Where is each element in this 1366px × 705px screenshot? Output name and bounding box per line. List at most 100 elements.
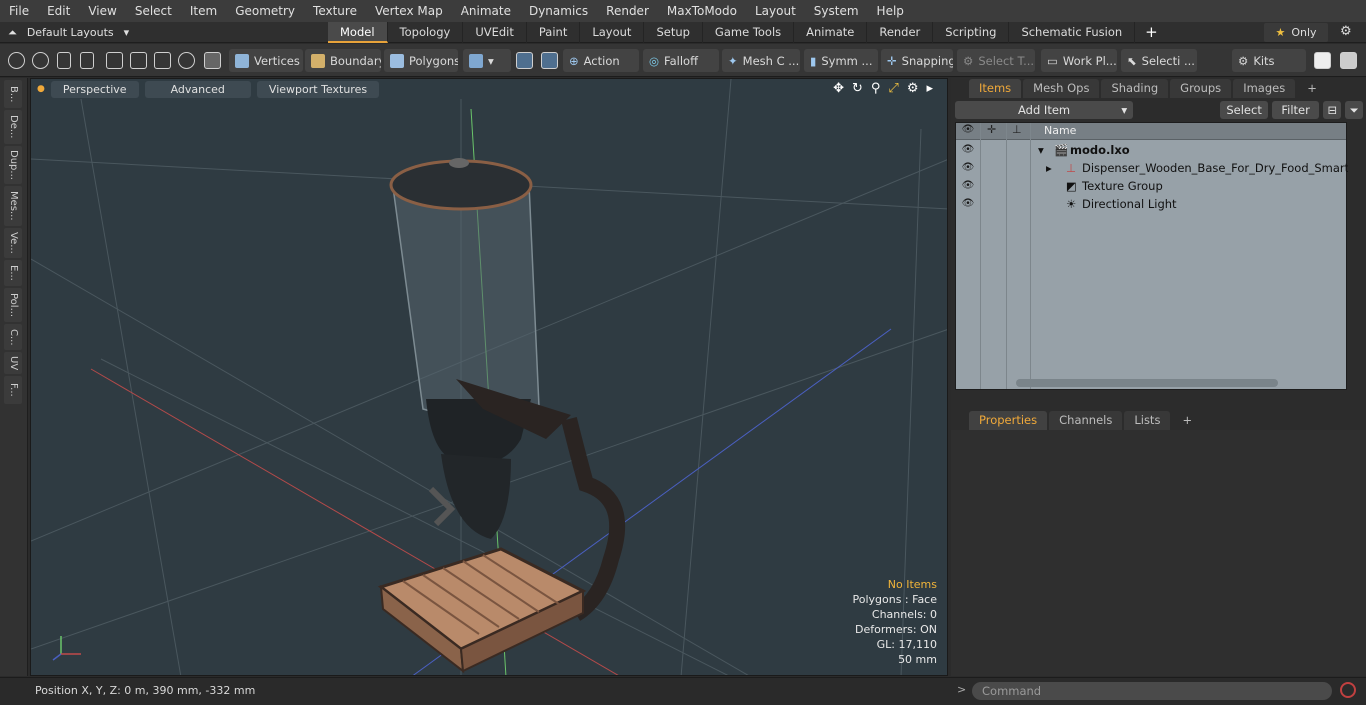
- menu-file[interactable]: File: [0, 0, 38, 22]
- tab-shading[interactable]: Shading: [1101, 79, 1169, 98]
- polygons-button[interactable]: Polygons: [384, 49, 458, 72]
- tab-scripting[interactable]: Scripting: [933, 22, 1010, 43]
- tab-items[interactable]: Items: [969, 79, 1022, 98]
- menu-select[interactable]: Select: [126, 0, 181, 22]
- menu-geometry[interactable]: Geometry: [226, 0, 304, 22]
- tab-mesh-ops[interactable]: Mesh Ops: [1023, 79, 1100, 98]
- globe-icon[interactable]: [32, 52, 49, 69]
- menu-system[interactable]: System: [805, 0, 868, 22]
- lock-header-icon[interactable]: ✛: [987, 123, 996, 136]
- list-item[interactable]: 👁 ☀ Directional Light: [956, 195, 1348, 213]
- menu-view[interactable]: View: [79, 0, 125, 22]
- viewport-textures-button[interactable]: Viewport Textures: [256, 80, 380, 98]
- tab-setup[interactable]: Setup: [644, 22, 703, 43]
- pie-icon[interactable]: [178, 52, 195, 69]
- falloff-button[interactable]: ◎ Falloff: [643, 49, 719, 72]
- menu-animate[interactable]: Animate: [452, 0, 520, 22]
- tab-animate[interactable]: Animate: [794, 22, 868, 43]
- tab-paint[interactable]: Paint: [527, 22, 581, 43]
- center-icon[interactable]: [154, 52, 171, 69]
- add-props-tab-icon[interactable]: +: [1172, 411, 1202, 430]
- tab-groups[interactable]: Groups: [1170, 79, 1232, 98]
- grid-icon[interactable]: [130, 52, 147, 69]
- select-through-button[interactable]: ⚙ Select T...: [957, 49, 1035, 72]
- eye-icon[interactable]: 👁: [961, 177, 975, 195]
- tab-layout[interactable]: Layout: [580, 22, 645, 43]
- tab-render[interactable]: Render: [867, 22, 934, 43]
- collapse-arrow-icon[interactable]: ▸: [1046, 159, 1052, 177]
- menu-maxtomodo[interactable]: MaxToModo: [658, 0, 746, 22]
- vtab-edge[interactable]: E...: [4, 260, 22, 286]
- vtab-curve[interactable]: C...: [4, 324, 22, 350]
- menu-edit[interactable]: Edit: [38, 0, 79, 22]
- 3d-viewport[interactable]: ● Perspective Advanced Viewport Textures…: [30, 78, 948, 676]
- filter-button[interactable]: Filter: [1271, 101, 1320, 119]
- name-column-header[interactable]: Name: [1044, 124, 1076, 137]
- menu-texture[interactable]: Texture: [304, 0, 366, 22]
- eye-icon[interactable]: 👁: [961, 195, 975, 213]
- vtab-fusion[interactable]: F...: [4, 376, 22, 404]
- tab-model[interactable]: Model: [328, 22, 388, 43]
- tab-lists[interactable]: Lists: [1124, 411, 1171, 430]
- menu-layout[interactable]: Layout: [746, 0, 805, 22]
- pen-icon[interactable]: [57, 52, 71, 69]
- command-input[interactable]: Command: [972, 682, 1332, 700]
- add-tab-icon[interactable]: +: [1145, 22, 1158, 43]
- maximize-icon[interactable]: ⤢: [888, 81, 898, 96]
- unreal-icon[interactable]: [1340, 52, 1357, 69]
- selection-sets-button[interactable]: ⬉ Selecti ...: [1121, 49, 1197, 72]
- only-toggle[interactable]: ★ Only: [1264, 23, 1328, 42]
- eye-icon[interactable]: 👁: [961, 141, 975, 159]
- eye-icon[interactable]: 👁: [961, 159, 975, 177]
- record-icon[interactable]: [1340, 682, 1356, 698]
- menu-vertex-map[interactable]: Vertex Map: [366, 0, 452, 22]
- shield-icon[interactable]: [204, 52, 221, 69]
- vtab-mesh-edit[interactable]: Mes...: [4, 186, 22, 226]
- menu-render[interactable]: Render: [597, 0, 658, 22]
- menu-dynamics[interactable]: Dynamics: [520, 0, 597, 22]
- tab-schematic-fusion[interactable]: Schematic Fusion: [1009, 22, 1136, 43]
- item-mode-dropdown[interactable]: ▾: [463, 49, 511, 72]
- vtab-deform[interactable]: De...: [4, 110, 22, 144]
- list-item[interactable]: 👁 ◩ Texture Group: [956, 177, 1348, 195]
- mesh-constraint-button[interactable]: ✦ Mesh C ...: [722, 49, 800, 72]
- brush-icon[interactable]: [80, 52, 94, 69]
- default-layouts-dropdown[interactable]: ⏶ Default Layouts ▾: [8, 24, 129, 41]
- snap-shield-icon[interactable]: [516, 52, 533, 69]
- action-button[interactable]: ⊕ Action: [563, 49, 639, 72]
- visibility-header-icon[interactable]: 👁: [961, 124, 975, 135]
- snapping-button[interactable]: ✛ Snapping: [881, 49, 953, 72]
- select-button[interactable]: Select: [1220, 101, 1268, 119]
- tab-properties[interactable]: Properties: [969, 411, 1048, 430]
- menu-help[interactable]: Help: [868, 0, 913, 22]
- collapse-icon[interactable]: ⊟: [1323, 101, 1342, 119]
- vtab-uv[interactable]: UV: [4, 352, 22, 374]
- type-header-icon[interactable]: ⊥: [1012, 123, 1022, 136]
- add-item-dropdown[interactable]: Add Item ▾: [955, 101, 1134, 119]
- kits-button[interactable]: ⚙ Kits: [1232, 49, 1306, 72]
- expand-arrow-icon[interactable]: ▾: [1038, 141, 1044, 159]
- circle-select-icon[interactable]: [8, 52, 25, 69]
- funnel-icon[interactable]: ⏷: [1345, 101, 1363, 119]
- list-item[interactable]: 👁 ▸ ⊥ Dispenser_Wooden_Base_For_Dry_Food…: [956, 159, 1348, 177]
- menu-item[interactable]: Item: [181, 0, 226, 22]
- vtab-basic[interactable]: B...: [4, 80, 22, 108]
- add-panel-tab-icon[interactable]: +: [1297, 79, 1327, 98]
- symmetry-button[interactable]: ▮ Symm ...: [804, 49, 878, 72]
- tab-channels[interactable]: Channels: [1049, 411, 1123, 430]
- work-plane-button[interactable]: ▭ Work Pl...: [1041, 49, 1117, 72]
- zoom-icon[interactable]: ⚲: [871, 81, 881, 96]
- tab-game-tools[interactable]: Game Tools: [703, 22, 795, 43]
- tab-uvedit[interactable]: UVEdit: [463, 22, 527, 43]
- rotate-view-icon[interactable]: ↻: [852, 81, 863, 96]
- align-icon[interactable]: [106, 52, 123, 69]
- gear-icon[interactable]: ⚙: [1340, 24, 1352, 39]
- symmetry-shield-icon[interactable]: [541, 52, 558, 69]
- vertices-button[interactable]: Vertices: [229, 49, 303, 72]
- advanced-button[interactable]: Advanced: [144, 80, 251, 98]
- list-item[interactable]: 👁 ▾ 🎬 modo.lxo: [956, 141, 1348, 159]
- perspective-button[interactable]: Perspective: [50, 80, 139, 98]
- vtab-vertex[interactable]: Ve...: [4, 228, 22, 258]
- vtab-duplicate[interactable]: Dup...: [4, 146, 22, 184]
- boundary-button[interactable]: Boundary: [305, 49, 381, 72]
